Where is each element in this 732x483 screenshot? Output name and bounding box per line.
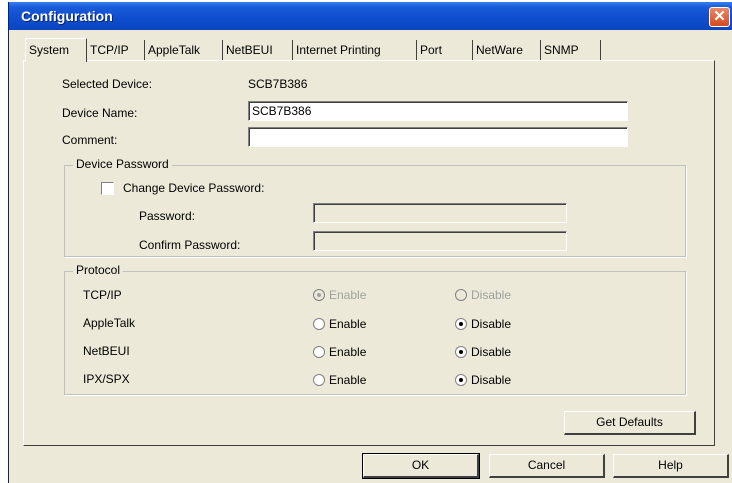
ipx-spx-enable-label: Enable (329, 373, 367, 387)
device-password-group-title: Device Password (73, 157, 172, 171)
tab-system[interactable]: System (25, 38, 87, 62)
netbeui-enable-radio[interactable] (313, 346, 325, 358)
tcp-ip-disable-label: Disable (471, 288, 512, 302)
configuration-dialog: Configuration ✕ System TCP/IP AppleTalk … (8, 2, 732, 483)
tab-strip: System TCP/IP AppleTalk NetBEUI Internet… (25, 38, 725, 62)
device-name-input[interactable] (248, 101, 628, 121)
password-input[interactable] (313, 203, 567, 223)
protocol-group: Protocol TCP/IP Enable Disable AppleTalk… (64, 263, 686, 395)
ipx-spx-disable-radio[interactable] (455, 374, 467, 386)
protocol-name-netbeui: NetBEUI (83, 344, 130, 358)
comment-label: Comment: (62, 133, 118, 147)
comment-input[interactable] (248, 127, 628, 147)
close-button[interactable]: ✕ (709, 7, 730, 27)
close-icon: ✕ (713, 8, 726, 25)
get-defaults-button[interactable]: Get Defaults (564, 411, 696, 435)
appletalk-enable-label: Enable (329, 317, 367, 331)
confirm-password-input[interactable] (313, 231, 567, 251)
help-button[interactable]: Help (613, 454, 729, 478)
tab-appletalk[interactable]: AppleTalk (145, 40, 223, 60)
selected-device-value: SCB7B386 (248, 77, 308, 91)
window-title: Configuration (21, 8, 113, 24)
system-tab-panel: Selected Device: SCB7B386 Device Name: C… (23, 60, 715, 446)
tcp-ip-disable-radio[interactable] (455, 289, 467, 301)
ok-button[interactable]: OK (362, 453, 480, 479)
tab-tcp-ip[interactable]: TCP/IP (87, 40, 145, 60)
protocol-group-title: Protocol (73, 263, 124, 277)
tcp-ip-enable-label: Enable (329, 288, 367, 302)
tcp-ip-enable-radio[interactable] (313, 289, 325, 301)
protocol-name-appletalk: AppleTalk (83, 316, 136, 330)
appletalk-disable-label: Disable (471, 317, 512, 331)
cancel-button[interactable]: Cancel (489, 454, 605, 478)
tab-port[interactable]: Port (417, 40, 473, 60)
title-bar[interactable]: Configuration ✕ (9, 2, 732, 30)
confirm-password-label: Confirm Password: (139, 238, 241, 252)
ipx-spx-enable-radio[interactable] (313, 374, 325, 386)
tab-internet-printing[interactable]: Internet Printing (293, 40, 417, 60)
change-password-label: Change Device Password: (123, 181, 265, 195)
appletalk-enable-radio[interactable] (313, 318, 325, 330)
protocol-name-ipx-spx: IPX/SPX (83, 372, 130, 386)
netbeui-enable-label: Enable (329, 345, 367, 359)
ipx-spx-disable-label: Disable (471, 373, 512, 387)
protocol-name-tcp-ip: TCP/IP (83, 288, 122, 302)
device-name-label: Device Name: (62, 106, 138, 120)
netbeui-disable-radio[interactable] (455, 346, 467, 358)
appletalk-disable-radio[interactable] (455, 318, 467, 330)
netbeui-disable-label: Disable (471, 345, 512, 359)
selected-device-label: Selected Device: (62, 77, 153, 91)
change-password-checkbox[interactable] (101, 182, 114, 195)
device-password-group: Device Password Change Device Password: … (64, 157, 686, 257)
password-label: Password: (139, 209, 196, 223)
tab-netbeui[interactable]: NetBEUI (223, 40, 293, 60)
tab-netware[interactable]: NetWare (473, 40, 541, 60)
tab-snmp[interactable]: SNMP (541, 40, 601, 60)
